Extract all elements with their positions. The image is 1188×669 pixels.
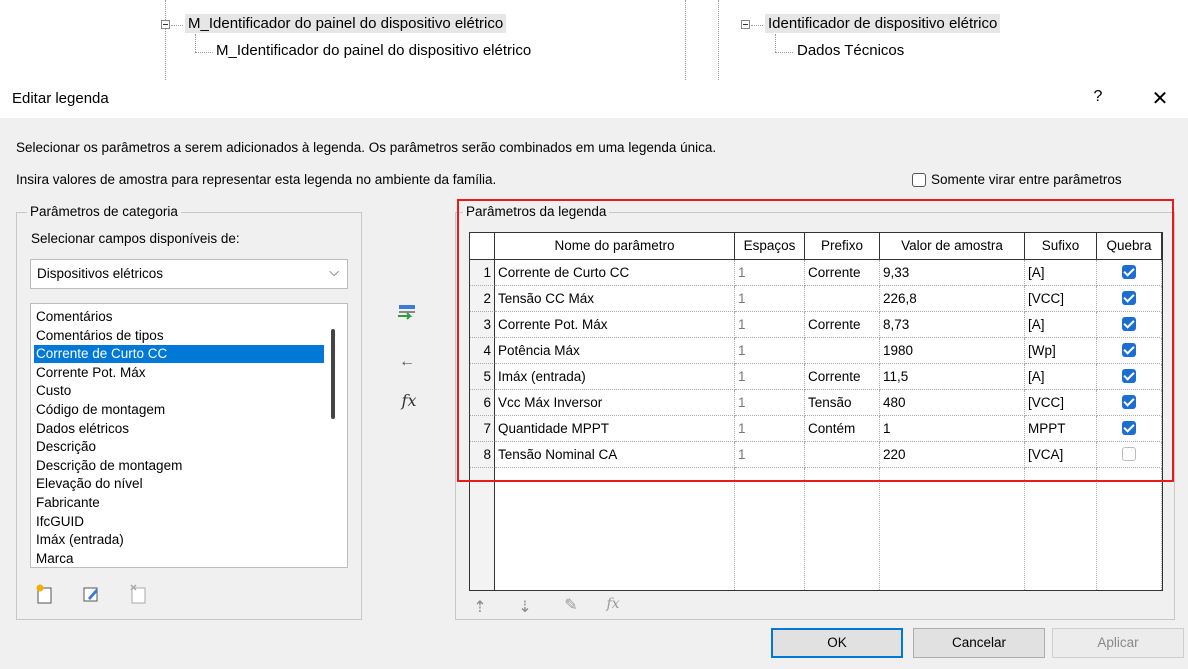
family-tree-strip: M_Identificador do painel do dispositivo… <box>0 0 1188 80</box>
list-item[interactable]: Corrente Pot. Máx <box>36 364 146 382</box>
empty-column-area <box>1097 468 1162 590</box>
dialog-title: Editar legenda <box>12 90 109 107</box>
list-item[interactable]: Comentários <box>36 308 113 326</box>
remove-parameter-icon[interactable]: ← <box>397 353 417 371</box>
list-item[interactable]: Comentários de tipos <box>36 327 164 345</box>
tree-guide-line <box>685 0 686 80</box>
dialog-titlebar: Editar legenda ? ✕ <box>0 80 1188 118</box>
list-item[interactable]: IfcGUID <box>36 513 84 531</box>
collapse-icon[interactable] <box>161 20 170 29</box>
tree-connector <box>171 25 183 26</box>
checkbox-unchecked-icon[interactable] <box>912 172 926 187</box>
list-item[interactable]: Descrição <box>36 438 96 456</box>
formula-icon[interactable]: fx <box>602 596 624 612</box>
tree-connector <box>775 52 793 53</box>
tree-connector <box>751 25 763 26</box>
delete-parameter-icon[interactable] <box>128 583 150 610</box>
ok-button[interactable]: OK <box>771 628 903 658</box>
list-item[interactable]: Descrição de montagem <box>36 457 182 475</box>
available-fields-list[interactable]: Comentários Comentários de tipos Corrente … <box>30 303 348 568</box>
list-item[interactable]: Corrente de Curto CC <box>34 345 324 364</box>
highlight-box <box>457 199 1174 482</box>
category-parameters-title: Parâmetros de categoria <box>27 204 181 219</box>
list-item[interactable]: Custo <box>36 382 71 400</box>
list-scrollbar[interactable] <box>331 329 335 419</box>
tree-node-right-parent[interactable]: Identificador de dispositivo elétrico <box>765 14 1001 33</box>
empty-column-area <box>495 468 735 590</box>
category-select[interactable]: Dispositivos elétricos ⌵ <box>30 259 348 289</box>
tree-connector <box>775 34 776 52</box>
empty-column-area <box>880 468 1025 590</box>
tree-node-left-child[interactable]: M_Identificador do painel do dispositivo… <box>216 42 531 59</box>
empty-column-area <box>805 468 880 590</box>
instructions-text: Selecionar os parâmetros a serem adicion… <box>16 140 717 155</box>
help-icon[interactable]: ? <box>1088 88 1108 106</box>
select-fields-label: Selecionar campos disponíveis de: <box>31 231 240 246</box>
tree-guide-line <box>718 0 719 80</box>
move-down-icon[interactable]: ⇣ <box>515 597 535 617</box>
tree-connector <box>195 34 196 52</box>
empty-column-area <box>735 468 805 590</box>
sample-values-text: Insira valores de amostra para represent… <box>16 172 497 187</box>
category-select-value: Dispositivos elétricos <box>37 266 164 281</box>
list-item[interactable]: Dados elétricos <box>36 420 129 438</box>
tree-node-left-parent[interactable]: M_Identificador do painel do dispositivo… <box>185 14 507 33</box>
wrap-only-between-parameters-checkbox[interactable]: Somente virar entre parâmetros <box>912 172 1122 187</box>
edit-label-dialog: Editar legenda ? ✕ Selecionar os parâmet… <box>0 80 1188 669</box>
tree-node-right-child[interactable]: Dados Técnicos <box>797 42 904 59</box>
tree-connector <box>195 52 213 53</box>
empty-column-area <box>1025 468 1097 590</box>
list-item[interactable]: Fabricante <box>36 494 100 512</box>
collapse-icon[interactable] <box>741 20 750 29</box>
add-parameter-icon[interactable] <box>395 302 419 327</box>
cancel-button[interactable]: Cancelar <box>913 628 1045 658</box>
move-up-icon[interactable]: ⇡ <box>470 597 490 617</box>
tree-guide-line <box>165 0 166 80</box>
formula-icon[interactable]: fx <box>397 391 421 410</box>
apply-button[interactable]: Aplicar <box>1052 628 1184 658</box>
list-item[interactable]: Elevação do nível <box>36 475 143 493</box>
wrap-only-label: Somente virar entre parâmetros <box>931 172 1122 187</box>
list-item[interactable]: Código de montagem <box>36 401 165 419</box>
empty-column-area <box>470 468 495 590</box>
chevron-down-icon: ⌵ <box>329 264 339 279</box>
list-item[interactable]: Imáx (entrada) <box>36 531 124 549</box>
edit-parameter-icon[interactable]: ✎ <box>560 595 582 615</box>
edit-parameter-icon[interactable] <box>80 583 102 610</box>
list-item[interactable]: Marca <box>36 550 74 567</box>
new-parameter-icon[interactable] <box>34 583 56 610</box>
close-icon[interactable]: ✕ <box>1148 86 1172 111</box>
